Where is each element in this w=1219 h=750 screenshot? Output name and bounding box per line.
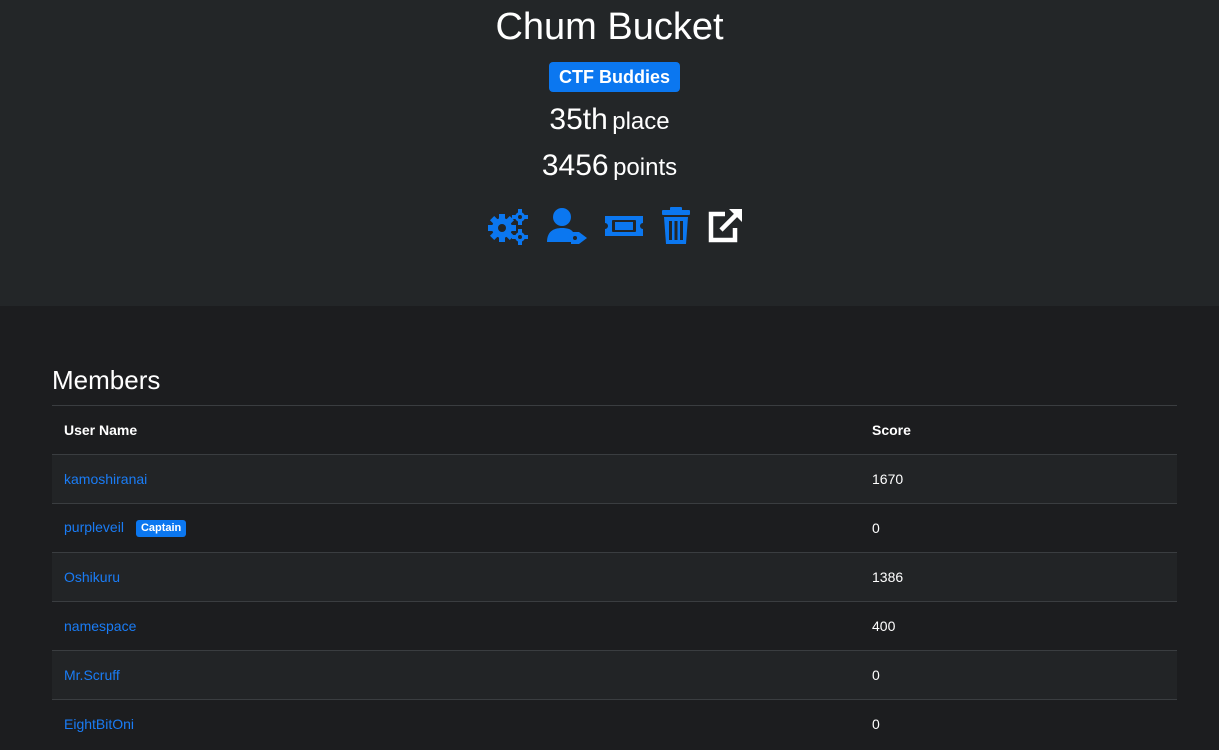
member-link[interactable]: kamoshiranai <box>64 471 147 487</box>
members-section: Members User Name Score kamoshiranai 167… <box>0 306 1219 750</box>
table-row: Mr.Scruff 0 <box>52 650 1177 700</box>
table-header-row: User Name Score <box>52 405 1177 455</box>
gears-icon[interactable] <box>486 206 530 246</box>
member-link[interactable]: purpleveil <box>64 519 124 535</box>
table-row: purpleveil Captain 0 <box>52 503 1177 553</box>
table-row: namespace 400 <box>52 601 1177 651</box>
team-header: Chum Bucket CTF Buddies 35th place 3456 … <box>0 0 1219 306</box>
team-name: Chum Bucket <box>495 6 724 48</box>
column-header-user-name: User Name <box>52 405 860 455</box>
team-place: 35th place <box>0 100 1219 142</box>
table-row: kamoshiranai 1670 <box>52 454 1177 504</box>
member-link[interactable]: Mr.Scruff <box>64 667 120 683</box>
column-header-score: Score <box>860 405 1177 455</box>
place-label: place <box>612 108 670 135</box>
member-score: 0 <box>860 699 1177 749</box>
ticket-icon[interactable] <box>602 206 646 246</box>
member-link[interactable]: EightBitOni <box>64 716 134 732</box>
affiliation-badge: CTF Buddies <box>549 62 680 92</box>
member-score: 0 <box>860 503 1177 553</box>
user-tag-icon[interactable] <box>545 206 589 246</box>
place-value: 35th <box>549 103 608 136</box>
member-score: 1670 <box>860 454 1177 504</box>
member-score: 0 <box>860 650 1177 700</box>
admin-actions <box>0 206 1219 246</box>
captain-badge: Captain <box>135 520 187 537</box>
table-row: EightBitOni 0 <box>52 699 1177 749</box>
points-value: 3456 <box>541 149 609 182</box>
member-score: 400 <box>860 601 1177 651</box>
table-row: Oshikuru 1386 <box>52 552 1177 602</box>
members-heading: Members <box>52 365 161 395</box>
external-link-icon[interactable] <box>703 206 747 246</box>
member-score: 1386 <box>860 552 1177 602</box>
team-points: 3456 points <box>0 146 1219 188</box>
trash-icon[interactable] <box>654 206 698 246</box>
member-link[interactable]: Oshikuru <box>64 569 120 585</box>
points-label: points <box>613 154 678 181</box>
member-link[interactable]: namespace <box>64 618 136 634</box>
members-table: User Name Score kamoshiranai 1670 purple… <box>52 405 1177 749</box>
